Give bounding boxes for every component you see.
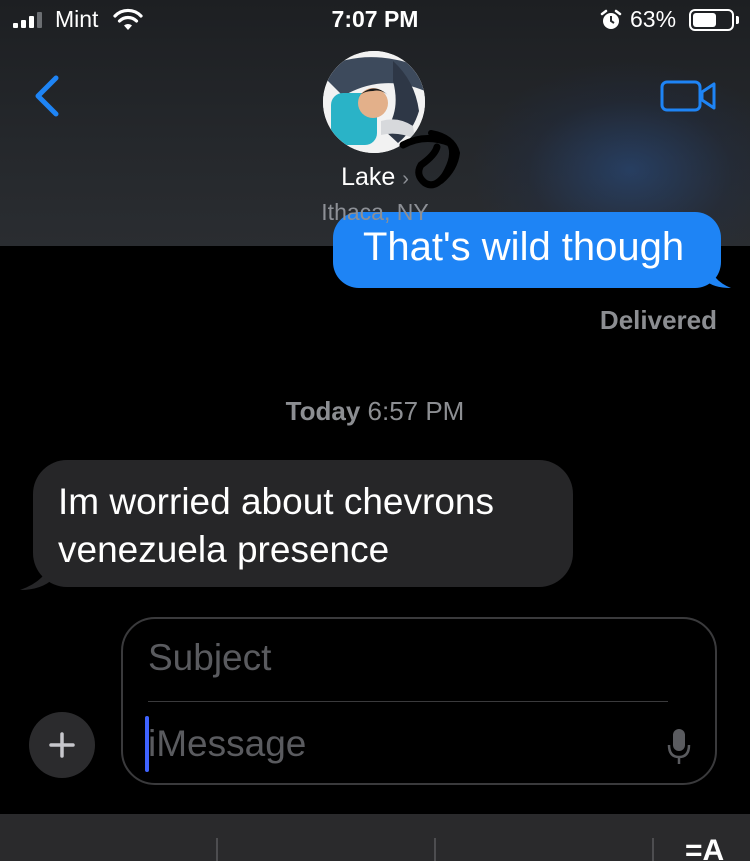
keyboard-suggestion-bar: =A xyxy=(0,814,750,861)
suggestion-separator xyxy=(434,838,436,861)
outgoing-message-text: That's wild though xyxy=(363,225,685,269)
conversation-header: Mint 7:07 PM 63% Lake › Ithaca, NY xyxy=(0,0,750,246)
message-timestamp: Today 6:57 PM xyxy=(0,396,750,427)
timestamp-day: Today xyxy=(285,396,361,426)
imessage-text-field[interactable]: iMessage xyxy=(148,723,638,769)
alarm-icon xyxy=(600,9,622,36)
redaction-scribble xyxy=(399,130,461,189)
facetime-video-button[interactable] xyxy=(660,78,718,114)
incoming-message-line-1: Im worried about chevrons xyxy=(58,481,494,522)
incoming-message-line-2: venezuela presence xyxy=(58,529,390,570)
contact-name-label: Lake xyxy=(341,163,396,191)
battery-level-fill xyxy=(693,13,716,27)
microphone-icon xyxy=(667,729,691,764)
back-button[interactable] xyxy=(28,72,68,120)
suggestion-separator xyxy=(652,838,654,861)
apps-plus-button[interactable] xyxy=(29,712,95,778)
suggestion-separator xyxy=(216,838,218,861)
message-composer: Subject iMessage xyxy=(121,617,717,785)
outgoing-bubble-tail xyxy=(705,262,731,288)
contact-location: Ithaca, NY xyxy=(321,199,429,225)
battery-icon xyxy=(689,9,734,31)
keyboard-format-key[interactable]: =A xyxy=(685,834,724,861)
status-bar: Mint 7:07 PM 63% xyxy=(0,0,750,44)
video-camera-icon xyxy=(660,80,716,112)
plus-icon xyxy=(49,732,75,758)
contact-name[interactable]: Lake › xyxy=(0,163,750,192)
battery-percentage: 63% xyxy=(630,6,677,32)
battery-cap xyxy=(736,16,739,24)
incoming-message-bubble[interactable]: Im worried about chevrons venezuela pres… xyxy=(33,460,573,587)
delivered-status: Delivered xyxy=(599,305,717,335)
composer-divider xyxy=(148,701,668,702)
subject-field[interactable]: Subject xyxy=(148,637,668,683)
chevron-left-icon xyxy=(35,75,59,117)
timestamp-time: 6:57 PM xyxy=(367,396,465,426)
dictation-button[interactable] xyxy=(666,727,692,767)
